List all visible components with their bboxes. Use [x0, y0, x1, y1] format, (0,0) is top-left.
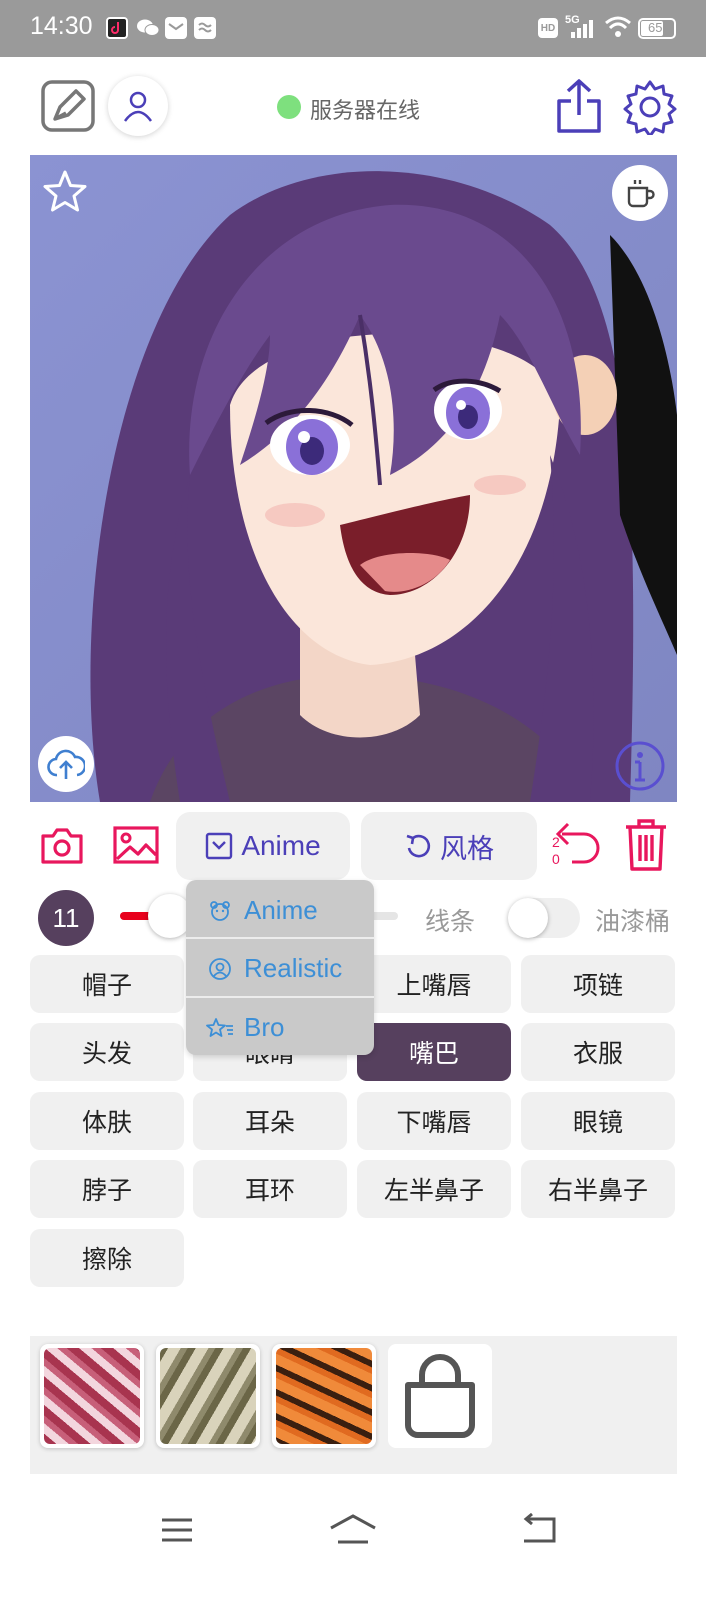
settings-button[interactable] — [622, 79, 678, 135]
line-mode-label: 线条 — [425, 907, 476, 936]
brush-size-indicator: 11 — [38, 890, 94, 946]
battery-level: 65 — [648, 20, 663, 35]
delete-button[interactable] — [620, 816, 672, 874]
part-chip[interactable]: 脖子 — [30, 1160, 184, 1218]
status-time: 14:30 — [30, 12, 93, 40]
draw-mode-button[interactable] — [40, 79, 96, 133]
hd-icon: HD — [538, 18, 558, 38]
home-button[interactable] — [326, 1508, 380, 1552]
camera-icon — [41, 828, 83, 864]
star-icon — [43, 170, 87, 212]
system-nav-bar — [0, 1490, 706, 1568]
menu-divider — [186, 937, 374, 939]
undo-button[interactable]: 2 0 — [548, 818, 604, 874]
texture-palette — [30, 1336, 677, 1474]
part-chip[interactable]: 体肤 — [30, 1092, 184, 1150]
texture-swatch-tiger[interactable] — [272, 1344, 376, 1448]
share-button[interactable] — [554, 77, 604, 135]
texture-swatch-pink[interactable] — [40, 1344, 144, 1448]
upload-button[interactable] — [38, 736, 94, 792]
toggle-knob — [508, 898, 548, 938]
profile-button[interactable] — [108, 76, 168, 136]
menu-item-bro[interactable]: Bro — [186, 999, 374, 1055]
part-chip[interactable]: 衣服 — [521, 1023, 675, 1081]
menu-icon — [162, 1518, 192, 1542]
camo-texture — [160, 1348, 256, 1444]
part-chip[interactable]: 下嘴唇 — [357, 1092, 511, 1150]
menu-item-realistic[interactable]: Realistic — [186, 940, 374, 997]
menu-item-anime[interactable]: Anime — [186, 882, 374, 939]
5g-signal-icon: 5G — [563, 14, 599, 40]
tiger-texture — [276, 1348, 372, 1444]
part-chip[interactable]: 项链 — [521, 955, 675, 1013]
gear-icon — [623, 80, 677, 135]
part-chip[interactable]: 耳朵 — [193, 1092, 347, 1150]
menu-item-label: Anime — [244, 895, 318, 925]
wifi-icon — [604, 15, 632, 39]
part-chip[interactable]: 左半鼻子 — [357, 1160, 511, 1218]
pink-texture — [44, 1348, 140, 1444]
generated-image-canvas[interactable] — [30, 155, 677, 802]
donate-button[interactable] — [612, 165, 668, 221]
status-bar: 14:30 HD 5G 65 — [0, 0, 706, 57]
home-icon — [330, 1514, 376, 1544]
server-online-dot — [277, 95, 301, 119]
undo-count-bottom: 0 — [552, 851, 560, 867]
part-chip[interactable]: 帽子 — [30, 955, 184, 1013]
shopping-bag-icon — [405, 1354, 475, 1438]
menu-item-label: Realistic — [244, 953, 343, 983]
mail-icon — [165, 17, 187, 39]
style-button[interactable]: 风格 — [361, 812, 537, 880]
style-label: 风格 — [440, 833, 494, 865]
bear-face-icon — [206, 897, 234, 925]
model-dropdown-menu: Anime Realistic Bro — [186, 880, 374, 1055]
part-chip[interactable]: 擦除 — [30, 1229, 184, 1287]
person-circle-icon — [206, 955, 234, 983]
texture-swatch-camo[interactable] — [156, 1344, 260, 1448]
model-select-button[interactable]: Anime — [176, 812, 350, 880]
info-button[interactable] — [614, 740, 666, 792]
favorite-button[interactable] — [40, 167, 90, 217]
refresh-icon — [406, 834, 431, 858]
upload-cloud-icon — [47, 749, 85, 779]
part-chip[interactable]: 右半鼻子 — [521, 1160, 675, 1218]
message-icon — [194, 17, 216, 39]
bucket-mode-label: 油漆桶 — [595, 907, 671, 936]
part-chip[interactable]: 上嘴唇 — [357, 955, 511, 1013]
star-list-icon — [206, 1014, 234, 1042]
camera-button[interactable] — [38, 824, 86, 868]
wechat-icon — [136, 17, 160, 39]
app-bar: 服务器在线 — [0, 57, 706, 155]
menu-item-label: Bro — [244, 1012, 285, 1042]
part-chip[interactable]: 头发 — [30, 1023, 184, 1081]
share-icon — [557, 79, 601, 133]
anime-portrait-image — [30, 155, 677, 802]
server-status-text: 服务器在线 — [310, 99, 421, 124]
back-button[interactable] — [516, 1510, 560, 1550]
model-select-label: Anime — [241, 830, 321, 861]
back-icon — [523, 1513, 556, 1543]
gallery-button[interactable] — [110, 822, 162, 868]
menu-divider — [186, 996, 374, 998]
coffee-icon — [627, 180, 655, 208]
part-chip[interactable]: 眼镜 — [521, 1092, 675, 1150]
recent-apps-button[interactable] — [155, 1510, 199, 1550]
chevron-box-icon — [206, 832, 233, 860]
part-chip[interactable]: 耳环 — [193, 1160, 347, 1218]
user-icon — [123, 91, 153, 122]
info-icon — [615, 741, 665, 791]
image-icon — [113, 826, 159, 864]
tiktok-icon — [106, 17, 128, 39]
part-chip[interactable]: 嘴巴 — [357, 1023, 511, 1081]
texture-store-button[interactable] — [388, 1344, 492, 1448]
battery-icon: 65 — [638, 18, 676, 39]
trash-icon — [626, 819, 666, 871]
bucket-toggle[interactable] — [508, 898, 580, 938]
undo-count-top: 2 — [552, 834, 560, 850]
